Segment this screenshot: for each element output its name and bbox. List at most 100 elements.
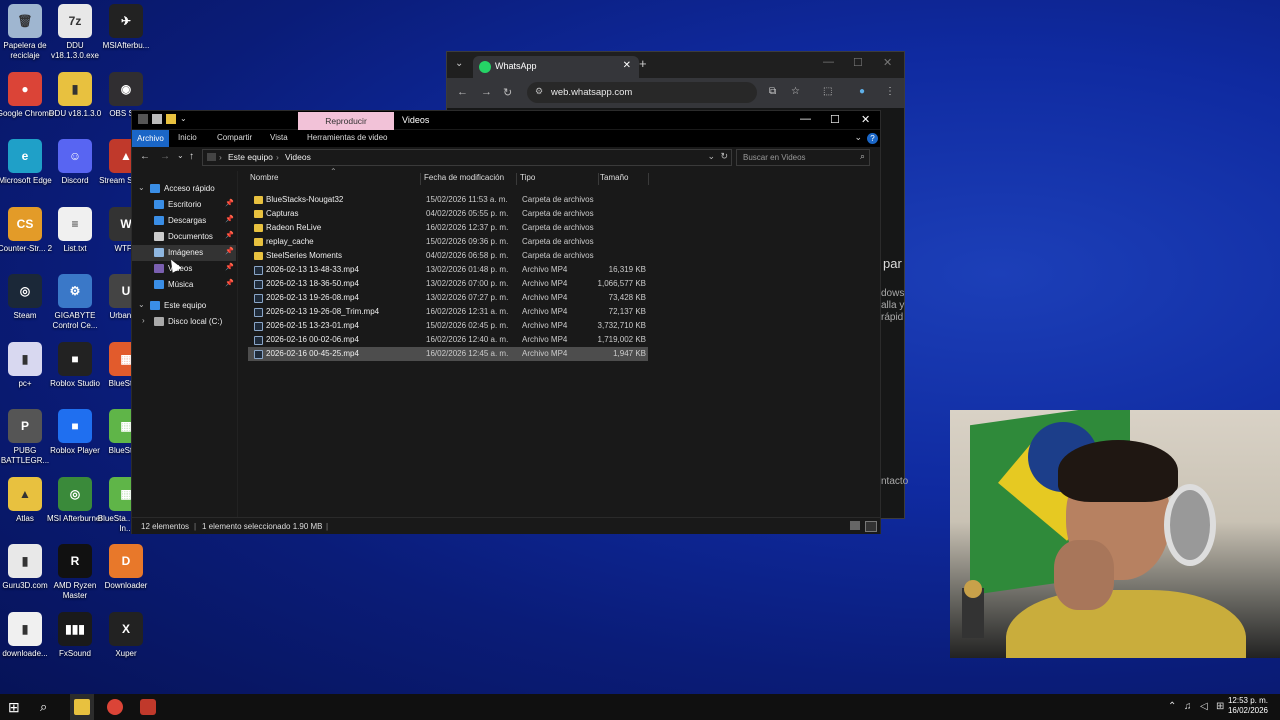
tab-inicio[interactable]: Inicio (178, 133, 197, 142)
nav-item[interactable]: Documentos 📌 (132, 229, 236, 245)
close-icon[interactable]: ✕ (883, 56, 892, 69)
customize-qat-icon[interactable]: ⌄ (180, 114, 190, 124)
expand-icon[interactable]: ⌄ (138, 300, 145, 309)
file-row[interactable]: 2026-02-16 00-02-06.mp4 16/02/2026 12:40 … (248, 333, 648, 347)
breadcrumb[interactable]: › Este equipo › Videos ⌄ ↻ (202, 149, 732, 166)
desktop-icon[interactable]: ⚙ GIGABYTE Control Ce... (46, 274, 104, 331)
desktop-icon[interactable]: ☺ Discord (46, 139, 104, 186)
volume-icon[interactable]: ◁ (1200, 701, 1208, 712)
desktop-icon[interactable]: R AMD Ryzen Master (46, 544, 104, 601)
refresh-icon[interactable]: ↻ (720, 151, 728, 162)
nav-item[interactable]: Imágenes 📌 (132, 245, 236, 261)
maximize-icon[interactable]: ☐ (830, 113, 840, 126)
desktop-icon[interactable]: ✈ MSIAfterbu... (97, 4, 155, 51)
minimize-icon[interactable]: — (823, 56, 834, 68)
up-icon[interactable]: ↑ (189, 151, 194, 162)
back-icon[interactable]: ← (140, 151, 150, 162)
close-tab-icon[interactable]: ✕ (623, 60, 631, 71)
back-icon[interactable]: ← (457, 86, 468, 98)
close-icon[interactable]: ✕ (861, 113, 870, 126)
microphone-tray-icon[interactable]: ♫ (1184, 701, 1192, 712)
status-bar: 12 elementos | 1 elemento seleccionado 1… (132, 517, 880, 534)
extensions-icon[interactable]: ⬚ (823, 86, 832, 97)
forward-icon[interactable]: → (481, 86, 492, 98)
expand-icon[interactable]: › (142, 316, 145, 325)
file-date: 15/02/2026 09:36 p. m. (426, 237, 509, 246)
desktop-icon[interactable]: D Downloader (97, 544, 155, 591)
file-row[interactable]: BlueStacks-Nougat32 15/02/2026 11:53 a. m… (248, 193, 648, 207)
expand-ribbon-icon[interactable]: ⌄ (854, 132, 862, 143)
file-row[interactable]: 2026-02-16 00-45-25.mp4 16/02/2026 12:45 … (248, 347, 648, 361)
nav-item[interactable]: Escritorio 📌 (132, 197, 236, 213)
desktop-icon[interactable]: X Xuper (97, 611, 155, 659)
tab-search-icon[interactable]: ⌄ (455, 58, 463, 69)
path-dropdown-icon[interactable]: ⌄ (707, 151, 715, 162)
expand-icon[interactable]: ⌄ (138, 183, 145, 192)
details-view-icon[interactable] (850, 521, 860, 530)
breadcrumb-videos[interactable]: Videos (285, 152, 311, 162)
install-app-icon[interactable]: ⧉ (769, 86, 776, 97)
file-row[interactable]: Capturas 04/02/2026 05:55 p. m. Carpeta de… (248, 207, 648, 221)
new-tab-button[interactable]: + (639, 56, 647, 71)
desktop-icon[interactable]: ■ Roblox Studio (46, 341, 104, 389)
address-bar[interactable]: ⚙ web.whatsapp.com (527, 82, 757, 103)
desktop-icon[interactable]: 7z DDU v18.1.3.0.exe (46, 4, 104, 61)
col-tipo[interactable]: Tipo (520, 173, 599, 185)
file-row[interactable]: Radeon ReLive 16/02/2026 12:37 p. m. Carpe… (248, 221, 648, 235)
file-row[interactable]: replay_cache 15/02/2026 09:36 p. m. Carpet… (248, 235, 648, 249)
minimize-icon[interactable]: — (800, 113, 811, 125)
tab-archivo[interactable]: Archivo (132, 130, 169, 147)
file-row[interactable]: 2026-02-13 13-48-33.mp4 13/02/2026 01:48 … (248, 263, 648, 277)
forward-icon[interactable]: → (160, 151, 170, 162)
col-fecha[interactable]: Fecha de modificación (424, 173, 517, 185)
start-button[interactable]: ⊞ (8, 699, 24, 715)
profile-avatar[interactable]: ● (859, 86, 865, 97)
search-box[interactable]: Buscar en Videos ⌕ (736, 149, 870, 166)
file-explorer-window[interactable]: ⌄ Reproducir Videos — ☐ ✕ Archivo Inicio… (131, 110, 881, 534)
tab-whatsapp[interactable]: WhatsApp ✕ (473, 56, 639, 78)
recent-locations-icon[interactable]: ⌄ (177, 151, 184, 160)
bookmark-star-icon[interactable]: ☆ (791, 86, 800, 97)
desktop-icon[interactable]: ◎ MSI Afterburner (46, 476, 104, 524)
context-tab-play[interactable]: Reproducir (298, 112, 394, 130)
chrome-toolbar: ← → ↻ ⚙ web.whatsapp.com ⧉ ☆ ⬚ ● ⋮ (447, 78, 904, 108)
app-taskbar-icon[interactable] (140, 699, 156, 715)
properties-icon[interactable] (152, 114, 162, 124)
nav-item[interactable]: › Disco local (C:) (132, 314, 236, 330)
maximize-icon[interactable]: ☐ (853, 56, 863, 69)
col-tamano[interactable]: Tamaño (600, 173, 649, 185)
search-icon[interactable]: ⌕ (40, 699, 56, 715)
tab-herramientas-video[interactable]: Herramientas de video (307, 133, 387, 142)
file-row[interactable]: 2026-02-13 19-26-08_Trim.mp4 16/02/2026 1… (248, 305, 648, 319)
desktop-icon[interactable]: ≡ List.txt (46, 206, 104, 254)
tray-overflow-icon[interactable]: ⌃ (1168, 701, 1176, 712)
site-info-icon[interactable]: ⚙ (535, 86, 543, 97)
chrome-taskbar-icon[interactable] (107, 699, 123, 715)
file-row[interactable]: SteelSeries Moments 04/02/2026 06:58 p. m… (248, 249, 648, 263)
desktop-icon[interactable]: ■ Roblox Player (46, 409, 104, 456)
large-icons-view-icon[interactable] (865, 521, 877, 532)
col-nombre[interactable]: Nombre (250, 173, 421, 185)
desktop-app-icon: ☺ (58, 139, 92, 173)
menu-icon[interactable]: ⋮ (885, 86, 895, 97)
file-row[interactable]: 2026-02-13 19-26-08.mp4 13/02/2026 07:27 … (248, 291, 648, 305)
nav-item[interactable]: ⌄ Este equipo (132, 298, 236, 314)
nav-item[interactable]: ⌄ Acceso rápido (132, 181, 236, 197)
new-folder-icon[interactable] (166, 114, 176, 124)
file-explorer-taskbar-icon[interactable] (74, 699, 90, 715)
nav-item[interactable]: Videos 📌 (132, 261, 236, 277)
nav-item[interactable]: Descargas 📌 (132, 213, 236, 229)
reload-icon[interactable]: ↻ (503, 86, 512, 99)
file-row[interactable]: 2026-02-15 13-23-01.mp4 15/02/2026 02:45 … (248, 319, 648, 333)
desktop-icon[interactable]: ▮▮▮ FxSound (46, 611, 104, 659)
tab-vista[interactable]: Vista (270, 133, 288, 142)
nav-item[interactable]: Música 📌 (132, 277, 236, 293)
tab-compartir[interactable]: Compartir (217, 133, 252, 142)
network-icon[interactable]: ⊞ (1216, 701, 1224, 712)
help-icon[interactable]: ? (867, 133, 878, 144)
clock[interactable]: 12:53 p. m. 16/02/2026 (1228, 696, 1268, 716)
file-date: 16/02/2026 12:37 p. m. (426, 223, 509, 232)
breadcrumb-este-equipo[interactable]: Este equipo (228, 152, 273, 162)
file-row[interactable]: 2026-02-13 18-36-50.mp4 13/02/2026 07:00 … (248, 277, 648, 291)
desktop-icon[interactable]: ▮ DDU v18.1.3.0 (46, 71, 104, 119)
